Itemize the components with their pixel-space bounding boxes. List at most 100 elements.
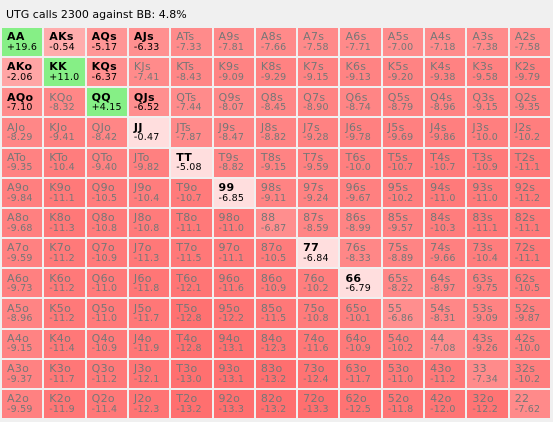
hand-cell[interactable]: 85o -11.5 [255,299,297,328]
hand-cell[interactable]: T5o -12.8 [171,299,212,328]
hand-cell[interactable]: J5s -9.69 [382,118,424,147]
hand-cell[interactable]: Q5s -8.79 [382,88,424,117]
hand-cell[interactable]: Q4s -8.96 [425,88,466,117]
hand-cell[interactable]: AKs -0.54 [44,28,85,57]
hand-cell[interactable]: AQo -7.10 [2,88,43,117]
hand-cell[interactable]: A3s -7.38 [467,28,508,57]
hand-cell[interactable]: 95s -10.2 [382,178,424,207]
hand-cell[interactable]: 63o -11.7 [340,359,381,388]
hand-cell[interactable]: 43s -9.26 [467,329,508,358]
hand-cell[interactable]: J4s -9.86 [425,118,466,147]
hand-cell[interactable]: 54o -10.2 [382,329,424,358]
hand-cell[interactable]: T4s -10.7 [425,148,466,177]
hand-cell[interactable]: A5s -7.00 [382,28,424,57]
hand-cell[interactable]: A4o -9.15 [2,329,43,358]
hand-cell[interactable]: K4s -9.38 [425,58,466,87]
hand-cell[interactable]: A8o -9.68 [2,208,43,238]
hand-cell[interactable]: JTo -9.82 [128,148,170,177]
hand-cell[interactable]: AQs -5.17 [86,28,127,57]
hand-cell[interactable]: A2s -7.58 [509,28,550,57]
hand-cell[interactable]: 53o -11.0 [382,359,424,388]
hand-cell[interactable]: 77 -6.84 [298,239,339,268]
hand-cell[interactable]: 98o -11.0 [213,208,254,238]
hand-cell[interactable]: 97o -11.1 [213,239,254,268]
hand-cell[interactable]: 55 -6.86 [382,299,424,328]
hand-cell[interactable]: 63s -9.75 [467,269,508,298]
hand-cell[interactable]: K6s -9.13 [340,58,381,87]
hand-cell[interactable]: K2o -11.9 [44,389,85,418]
hand-cell[interactable]: 93o -13.1 [213,359,254,388]
hand-cell[interactable]: J3s -10.0 [467,118,508,147]
hand-cell[interactable]: Q8o -10.8 [86,208,127,238]
hand-cell[interactable]: Q2s -9.35 [509,88,550,117]
hand-cell[interactable]: 76s -8.33 [340,239,381,268]
hand-cell[interactable]: JTs -7.87 [171,118,212,147]
hand-cell[interactable]: 65o -10.1 [340,299,381,328]
hand-cell[interactable]: QTs -7.44 [171,88,212,117]
hand-cell[interactable]: K3o -11.7 [44,359,85,388]
hand-cell[interactable]: AKo -2.06 [2,58,43,87]
hand-cell[interactable]: A5o -8.96 [2,299,43,328]
hand-cell[interactable]: 88 -6.87 [255,208,297,238]
hand-cell[interactable]: 22 -7.62 [509,389,550,418]
hand-cell[interactable]: 95o -12.2 [213,299,254,328]
hand-cell[interactable]: K8s -9.29 [255,58,297,87]
hand-cell[interactable]: 44 -7.08 [425,329,466,358]
hand-cell[interactable]: 73o -12.4 [298,359,339,388]
hand-cell[interactable]: A9s -7.81 [213,28,254,57]
hand-cell[interactable]: QJo -8.42 [86,118,127,147]
hand-cell[interactable]: Q4o -10.9 [86,329,127,358]
hand-cell[interactable]: Q7s -8.90 [298,88,339,117]
hand-cell[interactable]: K9s -9.09 [213,58,254,87]
hand-cell[interactable]: KK +11.0 [44,58,85,87]
hand-cell[interactable]: 94o -13.1 [213,329,254,358]
hand-cell[interactable]: J9o -10.4 [128,178,170,207]
hand-cell[interactable]: 86s -8.99 [340,208,381,238]
hand-cell[interactable]: 83o -13.2 [255,359,297,388]
hand-cell[interactable]: 84s -10.3 [425,208,466,238]
hand-cell[interactable]: A9o -9.84 [2,178,43,207]
hand-cell[interactable]: A3o -9.37 [2,359,43,388]
hand-cell[interactable]: ATo -9.35 [2,148,43,177]
hand-cell[interactable]: 42s -10.0 [509,329,550,358]
hand-cell[interactable]: K3s -9.58 [467,58,508,87]
hand-cell[interactable]: T9s -8.82 [213,148,254,177]
hand-cell[interactable]: AA +19.6 [2,28,43,57]
hand-cell[interactable]: K4o -11.4 [44,329,85,358]
hand-cell[interactable]: T5s -10.7 [382,148,424,177]
hand-cell[interactable]: 72o -13.3 [298,389,339,418]
hand-cell[interactable]: J7s -9.28 [298,118,339,147]
hand-cell[interactable]: 74o -11.6 [298,329,339,358]
hand-cell[interactable]: 82o -13.2 [255,389,297,418]
hand-cell[interactable]: K7s -9.15 [298,58,339,87]
hand-cell[interactable]: 53s -9.09 [467,299,508,328]
hand-cell[interactable]: KQo -8.32 [44,88,85,117]
hand-cell[interactable]: Q8s -8.45 [255,88,297,117]
hand-cell[interactable]: KTs -8.43 [171,58,212,87]
hand-cell[interactable]: T2o -13.2 [171,389,212,418]
hand-cell[interactable]: 98s -9.11 [255,178,297,207]
hand-cell[interactable]: 75s -8.89 [382,239,424,268]
hand-cell[interactable]: 92s -11.2 [509,178,550,207]
hand-cell[interactable]: A6s -7.71 [340,28,381,57]
hand-cell[interactable]: 62s -10.5 [509,269,550,298]
hand-cell[interactable]: 85s -9.57 [382,208,424,238]
hand-cell[interactable]: 54s -8.31 [425,299,466,328]
hand-cell[interactable]: T8s -9.15 [255,148,297,177]
hand-cell[interactable]: TT -5.08 [171,148,212,177]
hand-cell[interactable]: T2s -11.1 [509,148,550,177]
hand-cell[interactable]: Q2o -11.4 [86,389,127,418]
hand-cell[interactable]: 86o -10.9 [255,269,297,298]
hand-cell[interactable]: T6s -10.0 [340,148,381,177]
hand-cell[interactable]: K5o -11.2 [44,299,85,328]
hand-cell[interactable]: 97s -9.24 [298,178,339,207]
hand-cell[interactable]: 99 -6.85 [213,178,254,207]
hand-cell[interactable]: 84o -12.3 [255,329,297,358]
hand-cell[interactable]: QTo -9.40 [86,148,127,177]
hand-cell[interactable]: 65s -8.22 [382,269,424,298]
hand-cell[interactable]: J6o -11.8 [128,269,170,298]
hand-cell[interactable]: 92o -13.3 [213,389,254,418]
hand-cell[interactable]: Q6s -8.74 [340,88,381,117]
hand-cell[interactable]: K2s -9.79 [509,58,550,87]
hand-cell[interactable]: KQs -6.37 [86,58,127,87]
